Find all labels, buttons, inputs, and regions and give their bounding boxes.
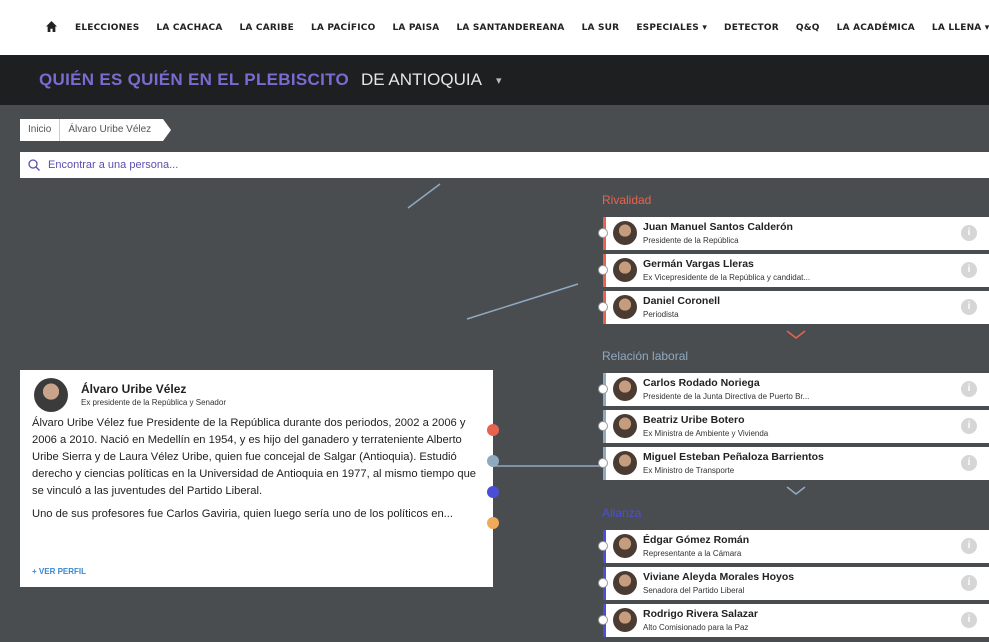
- relacion-laboral-dot[interactable]: [487, 455, 499, 467]
- person-card[interactable]: Viviane Aleyda Morales Hoyos Senadora del…: [598, 567, 989, 600]
- person-role: Ex Vicepresidente de la República y cand…: [643, 273, 811, 282]
- connector-knob[interactable]: [598, 458, 608, 468]
- person-role: Ex Ministro de Transporte: [643, 466, 735, 475]
- avatar: [613, 221, 637, 245]
- info-icon[interactable]: i: [961, 299, 977, 315]
- connector-knob[interactable]: [598, 578, 608, 588]
- avatar: [613, 451, 637, 475]
- connector-knob[interactable]: [598, 265, 608, 275]
- person-role: Periodista: [643, 310, 679, 319]
- info-icon[interactable]: i: [961, 381, 977, 397]
- expand-chevron-icon[interactable]: [786, 486, 806, 496]
- person-card[interactable]: Juan Manuel Santos Calderón Presidente de…: [598, 217, 989, 250]
- person-role: Presidente de la República: [643, 236, 739, 245]
- avatar: [34, 378, 68, 412]
- section-title: Relación laboral: [602, 349, 689, 363]
- connector-knob[interactable]: [598, 228, 608, 238]
- person-role: Presidente de la Junta Directiva de Puer…: [643, 392, 810, 401]
- connector-knob[interactable]: [598, 384, 608, 394]
- person-name: Beatriz Uribe Botero: [643, 414, 745, 426]
- avatar: [613, 571, 637, 595]
- profile-name: Álvaro Uribe Vélez: [81, 382, 187, 396]
- profile-role: Ex presidente de la República y Senador: [81, 398, 226, 407]
- person-name: Daniel Coronell: [643, 295, 721, 307]
- avatar: [613, 295, 637, 319]
- person-role: Ex Ministra de Ambiente y Vivienda: [643, 429, 769, 438]
- person-card[interactable]: Rodrigo Rivera Salazar Alto Comisionado p…: [598, 604, 989, 637]
- bio-paragraph: Uno de sus profesores fue Carlos Gaviria…: [32, 508, 454, 520]
- person-name: Édgar Gómez Román: [643, 534, 750, 546]
- person-role: Senadora del Partido Liberal: [643, 586, 745, 595]
- profile-card: Álvaro Uribe Vélez Ex presidente de la R…: [20, 370, 493, 587]
- rivalidad-dot[interactable]: [487, 424, 499, 436]
- section-title: Rivalidad: [602, 193, 652, 207]
- connector-knob[interactable]: [598, 302, 608, 312]
- view-profile-link[interactable]: + VER PERFIL: [32, 567, 86, 576]
- connector-knob[interactable]: [598, 541, 608, 551]
- person-card[interactable]: Daniel Coronell Periodista i: [598, 291, 989, 324]
- person-card[interactable]: Beatriz Uribe Botero Ex Ministra de Ambie…: [598, 410, 989, 443]
- connector-line: [466, 283, 579, 320]
- person-name: Rodrigo Rivera Salazar: [643, 608, 758, 620]
- person-card[interactable]: Édgar Gómez Román Representante a la Cáma…: [598, 530, 989, 563]
- avatar: [613, 414, 637, 438]
- avatar: [613, 258, 637, 282]
- person-card[interactable]: Germán Vargas Lleras Ex Vicepresidente de…: [598, 254, 989, 287]
- info-icon[interactable]: i: [961, 538, 977, 554]
- section-title: Alianza: [602, 506, 642, 520]
- person-card[interactable]: Miguel Esteban Peñaloza Barrientos Ex Min…: [598, 447, 989, 480]
- connector-knob[interactable]: [598, 421, 608, 431]
- expand-chevron-icon[interactable]: [786, 330, 806, 340]
- connector-knob[interactable]: [598, 615, 608, 625]
- person-name: Juan Manuel Santos Calderón: [643, 221, 793, 233]
- person-role: Alto Comisionado para la Paz: [643, 623, 749, 632]
- info-icon[interactable]: i: [961, 455, 977, 471]
- person-card[interactable]: Carlos Rodado Noriega Presidente de la Ju…: [598, 373, 989, 406]
- person-name: Viviane Aleyda Morales Hoyos: [643, 571, 795, 583]
- info-icon[interactable]: i: [961, 418, 977, 434]
- alianza-dot[interactable]: [487, 486, 499, 498]
- other-relation-dot[interactable]: [487, 517, 499, 529]
- avatar: [613, 608, 637, 632]
- avatar: [613, 377, 637, 401]
- info-icon[interactable]: i: [961, 612, 977, 628]
- profile-bio: Álvaro Uribe Vélez fue Presidente de la …: [32, 415, 482, 529]
- person-role: Representante a la Cámara: [643, 549, 742, 558]
- info-icon[interactable]: i: [961, 575, 977, 591]
- bio-paragraph: Álvaro Uribe Vélez fue Presidente de la …: [32, 417, 477, 497]
- avatar: [613, 534, 637, 558]
- info-icon[interactable]: i: [961, 225, 977, 241]
- connector-line: [407, 183, 441, 209]
- person-name: Germán Vargas Lleras: [643, 258, 754, 270]
- info-icon[interactable]: i: [961, 262, 977, 278]
- person-name: Carlos Rodado Noriega: [643, 377, 760, 389]
- person-name: Miguel Esteban Peñaloza Barrientos: [643, 451, 824, 463]
